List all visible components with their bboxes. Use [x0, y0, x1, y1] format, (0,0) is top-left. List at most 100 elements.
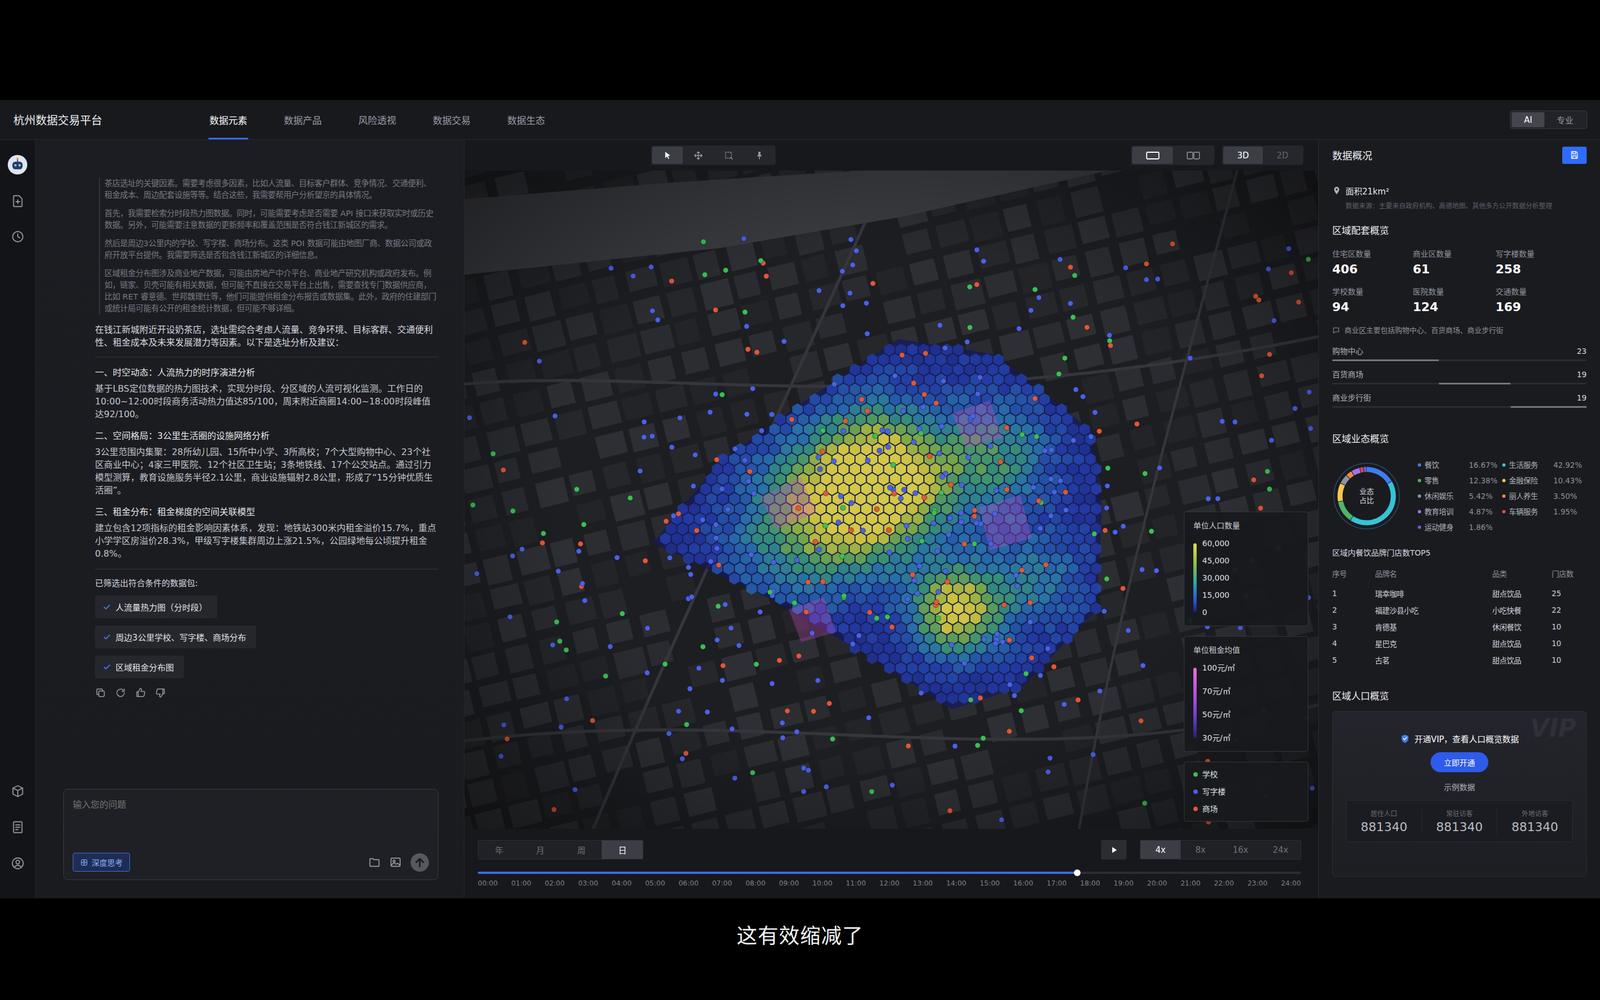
nav-tabs: 数据元素数据产品风险透视数据交易数据生态 [208, 100, 547, 140]
legend-scale: 60,00045,00030,00015,0000 [1193, 537, 1299, 618]
input-box: 深度思考 [63, 788, 439, 880]
attach-file-icon[interactable] [368, 856, 381, 869]
timeline: 年月周日4x8x16x24x00:0001:0002:0003:0004:000… [464, 828, 1319, 899]
thinking-paragraph: 区域租金分布图涉及商业地产数据，可能由房地产中介平台、商业地产研究机构或政府发布… [104, 267, 439, 315]
map-legends: 单位人口数量60,00045,00030,00015,0000单位租金均值100… [1183, 511, 1309, 822]
message-actions [95, 687, 439, 699]
thumbs-up-icon[interactable] [135, 687, 147, 699]
assistant-avatar-icon [7, 154, 28, 175]
input-toolbar: 深度思考 [72, 852, 429, 872]
pointer-tool-icon [662, 150, 673, 161]
package-label: 周边3公里学校、写字楼、商场分布 [115, 631, 247, 643]
send-icon[interactable] [410, 853, 429, 872]
map-tool-button[interactable] [682, 146, 714, 164]
upload-image-icon[interactable] [389, 856, 402, 869]
period-button[interactable]: 年 [478, 840, 520, 859]
view-mode-button[interactable]: 3D [1223, 146, 1263, 164]
legend-scale: 100元/㎡70元/㎡50元/㎡30元/㎡ [1193, 662, 1299, 744]
mode-toggle: AI专业 [1510, 110, 1588, 129]
box-tool-icon [723, 150, 734, 161]
mode-button[interactable]: AI [1511, 112, 1545, 128]
question-input[interactable] [72, 797, 429, 813]
poi-legend-item[interactable]: 学校 [1193, 768, 1299, 780]
platform-title: 杭州数据交易平台 [13, 111, 209, 128]
rent-legend: 单位租金均值 100元/㎡70元/㎡50元/㎡30元/㎡ [1183, 636, 1309, 752]
nav-tab[interactable]: 风险透视 [357, 100, 398, 140]
data-package-chip[interactable]: 人流量热力图（分时段） [95, 595, 218, 619]
section-body: 基于LBS定位数据的热力图技术，实现分时段、分区域的人流可视化监测。工作日的10… [95, 382, 439, 421]
icon-rail [0, 140, 36, 899]
poi-legend-label: 学校 [1202, 768, 1218, 780]
layout-button[interactable] [1132, 146, 1173, 164]
period-button[interactable]: 周 [560, 840, 602, 859]
poi-color-dot [1193, 806, 1198, 812]
check-icon [102, 632, 112, 642]
legend-tick: 15,000 [1202, 589, 1230, 601]
copy-icon[interactable] [95, 687, 107, 699]
answer-section: 二、空间格局：3公里生活圈的设施网络分析 3公里范围内集聚：28所幼儿园、15所中… [95, 429, 439, 497]
building-blocks [464, 170, 1319, 829]
package-label: 区域租金分布图 [115, 661, 174, 673]
data-package-chip[interactable]: 周边3公里学校、写字楼、商场分布 [95, 625, 257, 649]
section-body: 3公里范围内集聚：28所幼儿园、15所中小学、3所高校；7个大型购物中心、23个… [95, 445, 439, 497]
map-vignette [464, 170, 1319, 829]
legend-ticks: 60,00045,00030,00015,0000 [1202, 537, 1230, 618]
divider [95, 356, 439, 358]
move-tool-icon [693, 150, 704, 161]
data-cube-icon[interactable] [10, 783, 25, 799]
thinking-paragraph: 然后是周边3公里内的学校、写字楼、商场分布。这类 POI 数据可能由地图厂商、数… [104, 237, 439, 262]
conversation: 茶店选址的关键因素。需要考虑很多因素，比如人流量、目标客户群体、竞争情况、交通便… [35, 140, 464, 777]
map-panel: 3D2D单位人口数量60,00045,00030,00015,0000单位租金均… [464, 140, 1319, 899]
top-letterbox [0, 0, 1600, 100]
legend-ticks: 100元/㎡70元/㎡50元/㎡30元/㎡ [1202, 662, 1235, 744]
thumbs-down-icon[interactable] [155, 687, 167, 699]
mode-button[interactable]: 专业 [1544, 112, 1586, 128]
answer-section: 三、租金分布：租金梯度的空间关联模型建立包含12项指标的租金影响因素体系，发现：… [95, 505, 439, 560]
app-window: 杭州数据交易平台数据元素数据产品风险透视数据交易数据生态 AI专业茶店选址的关键因… [0, 100, 1600, 899]
section-title: 二、空间格局：3公里生活圈的设施网络分析 [95, 429, 439, 443]
check-icon [102, 602, 112, 612]
legend-tick: 30,000 [1202, 572, 1230, 584]
poi-color-dot [1193, 789, 1198, 794]
legend-title: 单位租金均值 [1193, 644, 1299, 656]
map-canvas[interactable]: 单位人口数量60,00045,00030,00015,0000单位租金均值100… [464, 170, 1319, 829]
poi-legend-item[interactable]: 商场 [1193, 803, 1299, 815]
view-mode-button[interactable]: 2D [1262, 146, 1303, 164]
poi-legend-item[interactable]: 写字楼 [1193, 786, 1299, 798]
answer-section: 一、时空动态：人流热力的时序演进分析基于LBS定位数据的热力图技术，实现分时段、… [95, 366, 439, 421]
map-tool-button[interactable] [713, 146, 744, 164]
period-button[interactable]: 月 [519, 840, 561, 859]
nav-tab[interactable]: 数据生态 [506, 100, 547, 140]
map-toolbar: 3D2D [464, 140, 1319, 171]
legend-tick: 30元/㎡ [1202, 732, 1235, 744]
data-package-chip[interactable]: 区域租金分布图 [95, 655, 184, 679]
deep-think-icon [80, 858, 89, 867]
divider [95, 568, 439, 570]
map-tool-button[interactable] [652, 146, 683, 164]
thinking-paragraph: 首先，我需要检索分时段热力图数据。同时，可能需要考虑是否需要 API 接口来获取… [104, 207, 439, 232]
poi-legend: 学校写字楼商场 [1183, 761, 1309, 822]
user-icon[interactable] [10, 856, 25, 871]
nav-tab[interactable]: 数据交易 [431, 100, 472, 140]
chat-panel: 茶店选址的关键因素。需要考虑很多因素，比如人流量、目标客户群体、竞争情况、交通便… [35, 140, 465, 899]
deep-think-toggle[interactable]: 深度思考 [72, 852, 130, 872]
answer-intro: 在钱江新城附近开设奶茶店，选址需综合考虑人流量、竞争环境、目标客群、交通便利性、… [95, 323, 439, 349]
nav-tab[interactable]: 数据产品 [282, 100, 323, 140]
legend-title: 单位人口数量 [1193, 520, 1299, 532]
map-tool-button[interactable] [743, 146, 775, 164]
new-chat-icon[interactable] [10, 193, 25, 209]
period-toggle: 年月周日 [477, 840, 644, 860]
legend-tick: 70元/㎡ [1202, 685, 1235, 697]
screen: 杭州数据交易平台数据元素数据产品风险透视数据交易数据生态 AI专业茶店选址的关键因… [0, 0, 1600, 1000]
document-list-icon[interactable] [10, 820, 25, 835]
legend-color-bar [1193, 667, 1197, 738]
poi-legend-label: 商场 [1202, 803, 1218, 815]
history-icon[interactable] [10, 229, 25, 244]
legend-color-bar [1193, 543, 1197, 613]
nav-tab[interactable]: 数据元素 [208, 100, 249, 140]
legend-tick: 0 [1202, 606, 1230, 618]
pin-tool-icon [754, 150, 765, 161]
thinking-block: 茶店选址的关键因素。需要考虑很多因素，比如人流量、目标客户群体、竞争情况、交通便… [98, 177, 439, 315]
regenerate-icon[interactable] [115, 687, 127, 699]
layout-button[interactable] [1172, 146, 1214, 164]
